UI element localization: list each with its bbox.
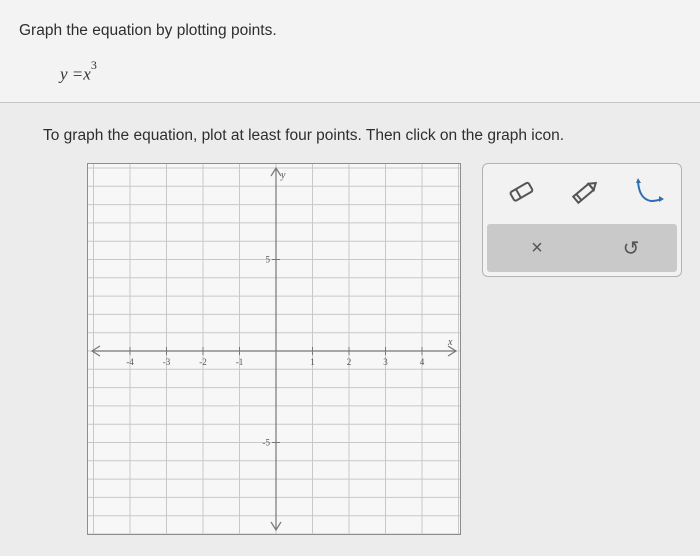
clear-button[interactable]: × [517, 230, 557, 266]
coordinate-plane[interactable]: x y -4 -3 -2 -1 1 2 3 4 5 -5 [88, 164, 460, 534]
y-tick-label: -5 [263, 438, 271, 448]
drawing-tools [483, 164, 681, 220]
pencil-icon [571, 181, 598, 204]
undo-icon: ↺ [622, 237, 640, 260]
question-panel: Graph the equation by plotting points. y… [0, 0, 700, 102]
graph-tool-panel: × ↺ [482, 163, 682, 277]
pencil-button[interactable] [565, 174, 605, 210]
x-axis-label: x [447, 337, 453, 348]
x-tick-label: -4 [126, 357, 134, 367]
equation-exponent: 3 [90, 58, 97, 72]
y-tick-label: 5 [266, 255, 271, 265]
y-axis-label: y [280, 170, 286, 181]
equation-lhs: y = [60, 64, 84, 84]
equation: y =x3 [60, 58, 97, 85]
undo-button[interactable]: ↺ [611, 230, 651, 266]
graph-area[interactable]: x y -4 -3 -2 -1 1 2 3 4 5 -5 [87, 163, 461, 535]
graph-curve-button[interactable] [629, 174, 669, 210]
action-buttons: × ↺ [487, 224, 677, 272]
x-tick-label: -2 [199, 357, 207, 367]
eraser-button[interactable] [501, 174, 541, 210]
x-tick-label: -1 [236, 357, 244, 367]
x-tick-label: -3 [163, 357, 171, 367]
x-tick-label: 1 [310, 357, 315, 367]
question-instruction: Graph the equation by plotting points. [19, 22, 277, 39]
equation-base: x [83, 64, 91, 84]
x-tick-label: 4 [420, 357, 425, 367]
close-icon: × [531, 236, 543, 259]
x-tick-label: 2 [347, 357, 352, 367]
x-tick-label: 3 [383, 357, 388, 367]
eraser-icon [509, 181, 534, 202]
answer-prompt: To graph the equation, plot at least fou… [43, 127, 565, 144]
curve-graph-icon [636, 178, 664, 203]
